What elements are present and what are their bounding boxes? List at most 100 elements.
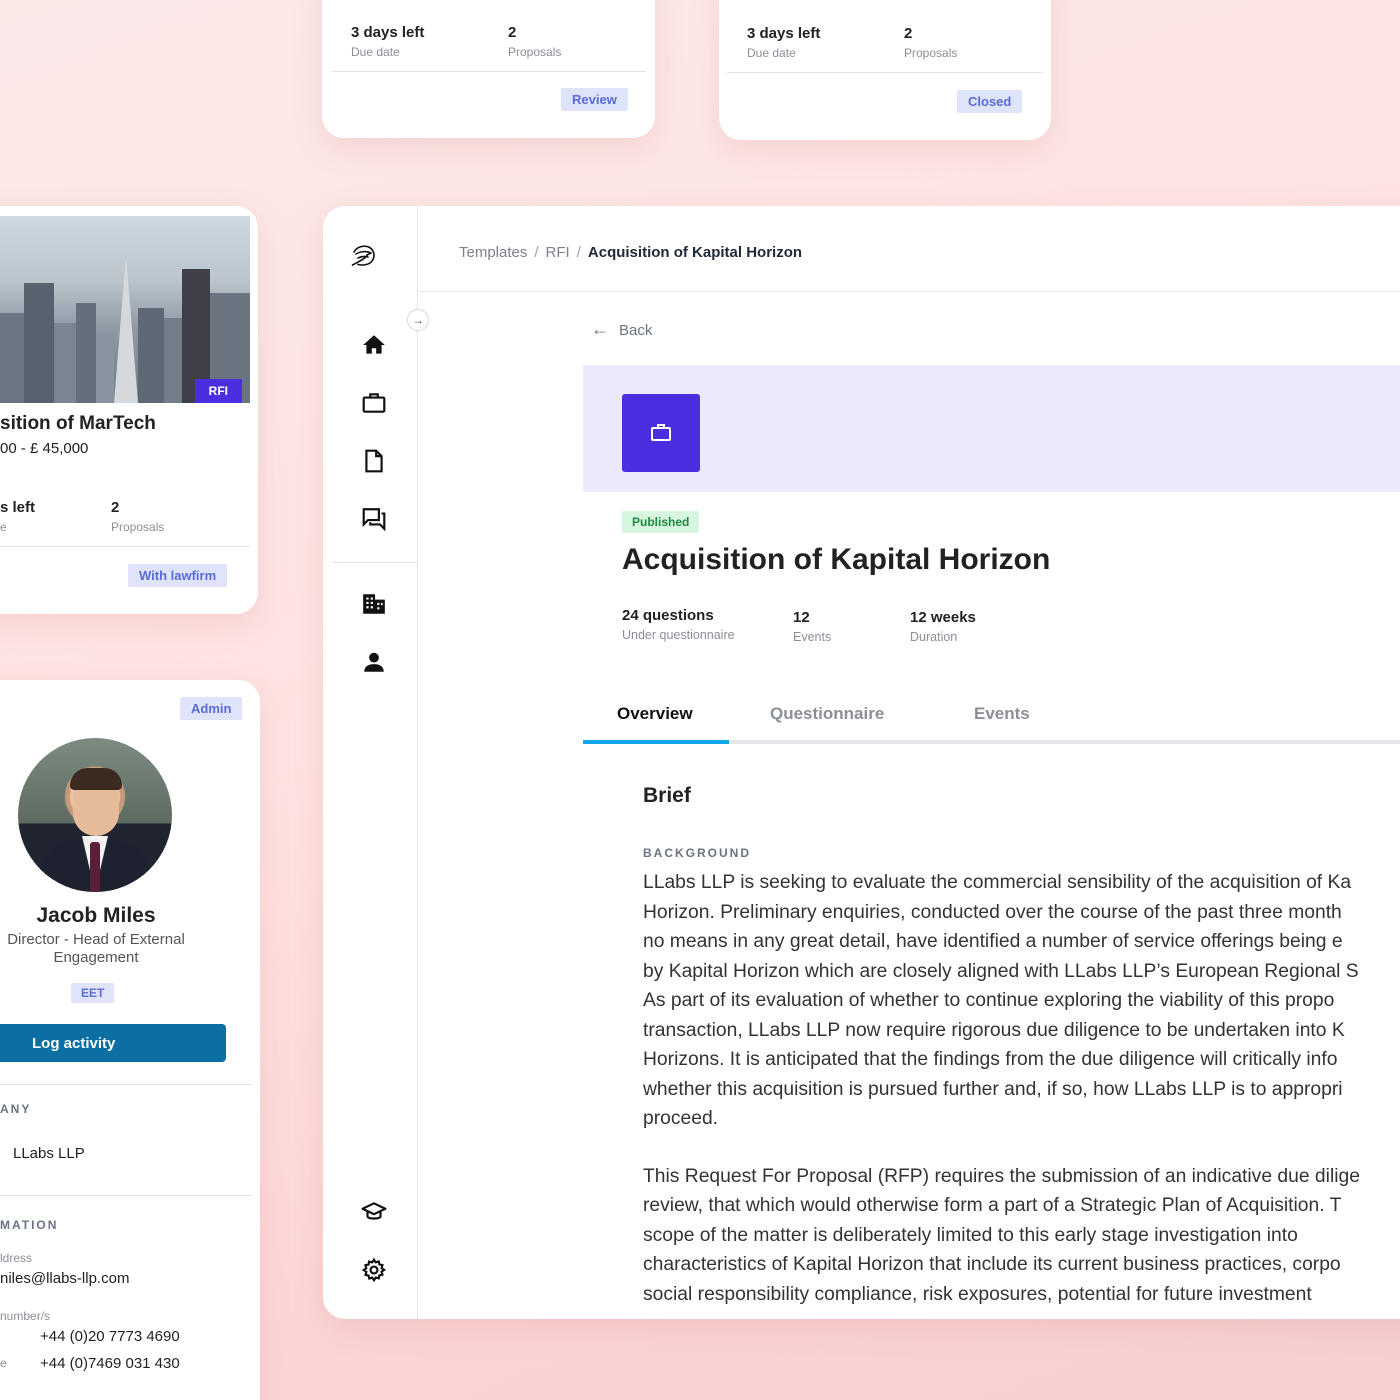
rfp-card-review[interactable]: 3 days left Due date 2 Proposals Review [322, 0, 655, 138]
tab-events[interactable]: Events [974, 704, 1030, 724]
contact-profile-card: Admin Jacob Miles Director - Head of Ext… [0, 680, 260, 1400]
page-title: Acquisition of Kapital Horizon [622, 543, 1051, 576]
phone-label: number/s [0, 1309, 51, 1323]
city-skyline-image: RFI [0, 216, 250, 403]
background-heading: BACKGROUND [643, 846, 751, 860]
due-date-label: Due date [351, 45, 400, 59]
paragraph-line: transaction, LLabs LLP now require rigor… [643, 1019, 1345, 1041]
log-activity-button[interactable]: Log activity [0, 1024, 226, 1062]
duration-label: Duration [910, 630, 958, 644]
proposals-stat: 2 Proposals [508, 24, 561, 59]
proposals-stat: 2 Proposals [904, 25, 957, 60]
rfi-tag: RFI [194, 379, 242, 403]
briefcase-icon[interactable] [361, 390, 389, 418]
events-count: 12 [793, 609, 810, 626]
paragraph-line: characteristics of Kapital Horizon that … [643, 1254, 1341, 1275]
home-icon[interactable] [361, 332, 389, 360]
days-left: s left [0, 499, 36, 516]
breadcrumb-separator: / [576, 244, 581, 261]
sidebar [323, 206, 418, 1319]
questions-count: 24 questions [622, 607, 714, 624]
days-left: 3 days left [747, 25, 821, 42]
email-value[interactable]: niles@llabs-llp.com [0, 1270, 129, 1287]
graduation-cap-icon[interactable] [361, 1199, 389, 1227]
contact-title-line2: Engagement [53, 949, 139, 966]
paragraph-line: LLabs LLP is seeking to evaluate the com… [643, 872, 1352, 893]
sidebar-divider [333, 562, 417, 563]
rfp-card-closed[interactable]: 3 days left Due date 2 Proposals Closed [719, 0, 1051, 140]
due-date-label: Due date [747, 46, 796, 60]
user-icon[interactable] [361, 649, 389, 677]
breadcrumb-separator: / [534, 244, 539, 261]
phone-secondary-label: e [0, 1356, 7, 1370]
eagle-logo-icon[interactable] [350, 242, 402, 294]
timezone-badge: EET [71, 983, 115, 1003]
questions-label: Under questionnaire [622, 628, 735, 642]
status-badge: Review [561, 88, 628, 111]
back-button[interactable]: ← Back [591, 319, 652, 340]
paragraph-line: This Request For Proposal (RFP) requires… [643, 1165, 1360, 1187]
due-stat: s left e [0, 499, 35, 534]
company-heading: ANY [0, 1102, 32, 1116]
header-divider [419, 291, 1400, 292]
divider [0, 1195, 252, 1196]
proposals-label: Proposals [111, 520, 165, 534]
divider [331, 71, 646, 72]
status-badge: Closed [957, 90, 1023, 113]
arrow-left-icon: ← [591, 319, 609, 339]
paragraph-line: scope of the matter is deliberately limi… [643, 1224, 1298, 1246]
tab-overview[interactable]: Overview [617, 704, 693, 724]
tab-questionnaire[interactable]: Questionnaire [770, 704, 884, 724]
card-title: sition of MarTech [0, 413, 156, 434]
contact-name: Jacob Miles [36, 904, 156, 927]
briefcase-badge-icon [622, 394, 700, 472]
events-label: Events [793, 630, 832, 644]
paragraph-line: Horizons. It is anticipated that the fin… [643, 1049, 1338, 1070]
budget-range: 00 - £ 45,000 [0, 440, 89, 457]
chat-icon[interactable] [361, 506, 389, 534]
days-left: 3 days left [351, 24, 425, 41]
phone-secondary[interactable]: +44 (0)7469 031 430 [40, 1355, 180, 1372]
expand-sidebar-button[interactable]: → [407, 309, 429, 331]
events-stat: 12 Events [793, 609, 831, 644]
phone-primary[interactable]: +44 (0)20 7773 4690 [40, 1328, 180, 1345]
paragraph-line: As part of its evaluation of whether to … [643, 990, 1335, 1011]
duration-stat: 12 weeks Duration [910, 609, 976, 644]
brief-content: Brief BACKGROUND LLabs LLP is seeking to… [643, 784, 1400, 1309]
status-badge: Published [622, 511, 700, 533]
document-icon[interactable] [361, 448, 389, 476]
rfi-card-martech[interactable]: RFI sition of MarTech 00 - £ 45,000 s le… [0, 206, 258, 614]
company-name: LLabs LLP [13, 1145, 85, 1162]
paragraph-line: by Kapital Horizon which are closely ali… [643, 960, 1359, 982]
brief-paragraph-2: This Request For Proposal (RFP) requires… [643, 1162, 1400, 1310]
proposals-stat: 2 Proposals [111, 499, 164, 534]
paragraph-line: no means in any great detail, have ident… [643, 931, 1343, 952]
arrow-right-icon: → [412, 313, 424, 327]
building-icon[interactable] [361, 591, 389, 619]
breadcrumb-current: Acquisition of Kapital Horizon [587, 244, 803, 261]
divider [0, 1084, 252, 1085]
brief-paragraph-1: LLabs LLP is seeking to evaluate the com… [643, 868, 1400, 1134]
paragraph-line: whether this acquisition is pursued furt… [643, 1078, 1343, 1100]
email-label: ldress [0, 1251, 33, 1265]
tab-bar: Overview Questionnaire Events [583, 686, 1400, 744]
settings-icon[interactable] [361, 1257, 389, 1285]
proposals-label: Proposals [508, 45, 562, 59]
due-date-label: e [0, 520, 7, 534]
role-badge: Admin [180, 697, 243, 720]
due-stat: 3 days left Due date [351, 24, 424, 59]
divider [0, 546, 250, 547]
active-tab-indicator [583, 740, 729, 744]
paragraph-line: Horizon. Preliminary enquiries, conducte… [643, 901, 1342, 923]
breadcrumb-rfi[interactable]: RFI [546, 244, 570, 261]
rfp-detail-window: → Templates / RFI / Acquisition of Kapital H… [323, 206, 1400, 1319]
rfp-banner [583, 365, 1400, 492]
contact-title-line1: Director - Head of External [7, 931, 185, 948]
avatar [18, 738, 172, 892]
breadcrumb: Templates / RFI / Acquisition of Kapital Hor… [459, 244, 802, 261]
breadcrumb-templates[interactable]: Templates [459, 244, 527, 261]
proposals-count: 2 [508, 24, 517, 41]
paragraph-line: proceed. [643, 1108, 719, 1129]
contact-title: Director - Head of External Engagement [0, 931, 228, 967]
proposals-count: 2 [904, 25, 913, 42]
